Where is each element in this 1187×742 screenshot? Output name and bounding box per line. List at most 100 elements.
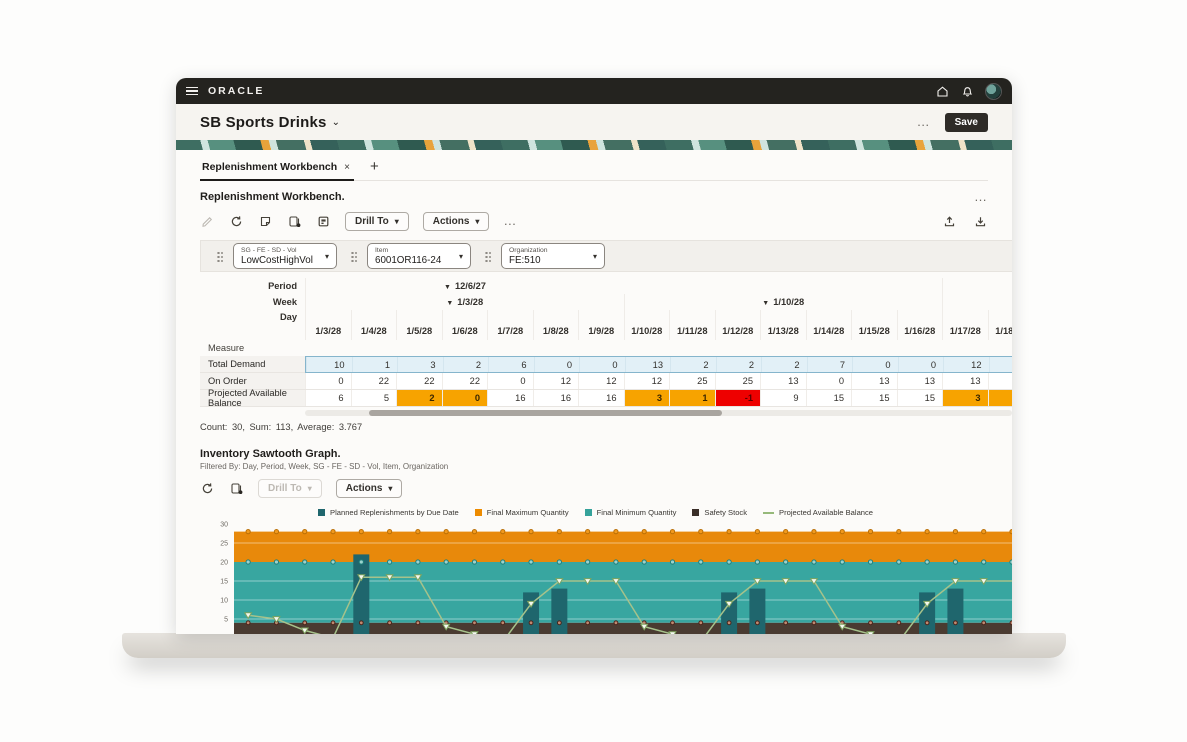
refresh-icon[interactable]	[200, 481, 215, 496]
table-cell[interactable]: 1	[351, 357, 397, 372]
table-cell[interactable]: 25	[669, 373, 715, 389]
day-header[interactable]: 1/15/28	[851, 310, 897, 340]
graph-actions-button[interactable]: Actions ▾	[335, 478, 403, 498]
day-header[interactable]: 1/13/28	[760, 310, 806, 340]
day-header[interactable]: 1/6/28	[441, 310, 488, 340]
week-cell[interactable]	[942, 294, 1012, 310]
table-cell[interactable]	[987, 373, 1012, 389]
tab-replenishment-workbench[interactable]: Replenishment Workbench ×	[200, 161, 355, 181]
table-cell[interactable]: 13	[942, 373, 988, 389]
table-cell[interactable]: 22	[441, 373, 487, 389]
day-header[interactable]: 1/16/28	[896, 310, 943, 340]
table-cell[interactable]: 7	[806, 357, 852, 372]
table-cell[interactable]: 2	[396, 390, 442, 406]
day-header[interactable]: 1/12/28	[714, 310, 761, 340]
drag-handle-icon[interactable]	[351, 250, 357, 262]
table-cell[interactable]: 0	[441, 390, 487, 406]
table-cell[interactable]: 6	[305, 390, 351, 406]
actions-button[interactable]: Actions ▾	[422, 211, 490, 231]
table-cell[interactable]: 13	[896, 373, 942, 389]
table-cell[interactable]: 2	[670, 357, 716, 372]
table-cell[interactable]: 1	[669, 390, 715, 406]
table-cell[interactable]: 6	[488, 357, 534, 372]
drill-to-button[interactable]: Drill To ▾	[345, 211, 409, 231]
table-cell[interactable]: 15	[896, 390, 942, 406]
note-icon[interactable]	[258, 214, 273, 229]
day-header[interactable]: 1/11/28	[669, 310, 715, 340]
day-header[interactable]: 1/7/28	[487, 310, 533, 340]
table-cell[interactable]: 25	[714, 373, 760, 389]
week-cell[interactable]: ▼ 1/10/28	[623, 294, 943, 310]
measure-row-label[interactable]: Total Demand	[200, 356, 305, 373]
workbench-more-button[interactable]: …	[974, 190, 988, 203]
day-header[interactable]: 1/10/28	[623, 310, 670, 340]
day-header[interactable]: 1/14/28	[805, 310, 852, 340]
table-cell[interactable]: 15	[805, 390, 851, 406]
table-cell[interactable]: 12	[623, 373, 669, 389]
drag-handle-icon[interactable]	[217, 250, 223, 262]
download-icon[interactable]	[973, 214, 988, 229]
table-cell[interactable]: 13	[624, 357, 670, 372]
day-header[interactable]: 1/8/28	[532, 310, 579, 340]
table-cell[interactable]: 0	[579, 357, 625, 372]
table-scrollbar[interactable]	[305, 410, 1012, 416]
filter-dropdown[interactable]: Organization FE:510 ▾	[501, 243, 605, 269]
table-cell[interactable]: 2	[988, 357, 1012, 372]
table-cell[interactable]: 16	[532, 390, 578, 406]
table-cell[interactable]: 22	[396, 373, 442, 389]
refresh-icon[interactable]	[229, 214, 244, 229]
day-header[interactable]: 1/17/28	[942, 310, 988, 340]
menu-icon[interactable]	[186, 86, 198, 96]
table-cell[interactable]: 13	[760, 373, 806, 389]
table-cell[interactable]: 2	[715, 357, 761, 372]
table-cell[interactable]: 13	[851, 373, 897, 389]
avatar[interactable]	[985, 82, 1002, 100]
table-cell[interactable]: 0	[305, 373, 351, 389]
table-cell[interactable]: 1	[987, 390, 1012, 406]
table-cell[interactable]: 0	[533, 357, 579, 372]
table-cell[interactable]: 22	[350, 373, 396, 389]
table-cell[interactable]: 2	[761, 357, 807, 372]
measure-row-label[interactable]: Projected Available Balance	[200, 388, 305, 407]
day-header[interactable]: 1/5/28	[396, 310, 442, 340]
table-cell[interactable]: 0	[852, 357, 898, 372]
table-cell[interactable]: 3	[397, 357, 443, 372]
close-icon[interactable]: ×	[344, 162, 350, 173]
table-cell[interactable]: 16	[578, 390, 624, 406]
table-cell[interactable]: 12	[532, 373, 578, 389]
table-cell[interactable]: 12	[943, 357, 989, 372]
day-header[interactable]: 1/3/28	[305, 310, 351, 340]
upload-icon[interactable]	[942, 214, 957, 229]
table-cell[interactable]: 3	[623, 390, 669, 406]
table-cell[interactable]: 3	[942, 390, 988, 406]
day-header[interactable]: 1/18/28	[987, 310, 1012, 340]
toolbar-more-button[interactable]: …	[503, 214, 517, 227]
drag-handle-icon[interactable]	[485, 250, 491, 262]
week-cell[interactable]: ▼ 1/3/28	[305, 294, 624, 310]
notifications-icon[interactable]	[960, 84, 975, 99]
pages-icon[interactable]	[229, 481, 244, 496]
save-button[interactable]: Save	[944, 112, 988, 132]
page-more-button[interactable]: …	[917, 115, 931, 128]
table-cell[interactable]: 10	[306, 357, 352, 372]
table-cell[interactable]: 16	[487, 390, 533, 406]
period-cell[interactable]: ▼ 12/6/27	[305, 278, 942, 294]
scrollbar-thumb[interactable]	[368, 410, 723, 416]
filter-dropdown[interactable]: Item 6001OR116-24 ▾	[367, 243, 471, 269]
table-cell[interactable]: 0	[487, 373, 533, 389]
table-cell[interactable]: 0	[897, 357, 943, 372]
pages-icon[interactable]	[287, 214, 302, 229]
chevron-down-icon[interactable]: ⌄	[332, 117, 340, 128]
day-header[interactable]: 1/4/28	[350, 310, 397, 340]
period-cell[interactable]	[942, 278, 1012, 294]
clipboard-icon[interactable]	[316, 214, 331, 229]
table-cell[interactable]: 0	[805, 373, 851, 389]
add-tab-button[interactable]: +	[370, 158, 379, 175]
home-icon[interactable]	[935, 84, 950, 99]
day-header[interactable]: 1/9/28	[578, 310, 624, 340]
table-cell[interactable]: 12	[578, 373, 624, 389]
table-cell[interactable]: 9	[760, 390, 806, 406]
table-cell[interactable]: 2	[442, 357, 488, 372]
filter-dropdown[interactable]: SG - FE - SD - Vol LowCostHighVol ▾	[233, 243, 337, 269]
table-cell[interactable]: 5	[350, 390, 396, 406]
